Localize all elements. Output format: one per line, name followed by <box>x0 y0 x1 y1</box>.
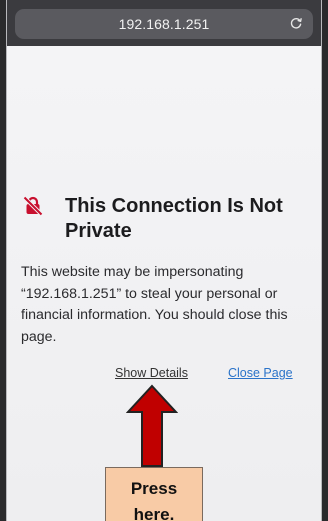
address-bar-area: 192.168.1.251 <box>7 0 321 46</box>
show-details-link[interactable]: Show Details <box>115 366 188 380</box>
browser-window: 192.168.1.251 This Connection Is Not Pri… <box>6 0 322 521</box>
url-text: 192.168.1.251 <box>118 16 210 32</box>
callout-text: Press here. <box>130 479 178 521</box>
warning-message: This website may be impersonating “192.1… <box>21 264 288 345</box>
close-page-link[interactable]: Close Page <box>228 366 293 380</box>
warning-page: This Connection Is Not Private This webs… <box>7 46 321 521</box>
reload-icon[interactable] <box>289 16 303 30</box>
url-field[interactable]: 192.168.1.251 <box>15 9 313 39</box>
press-here-callout: Press here. <box>105 467 203 521</box>
lock-slash-icon <box>23 196 43 216</box>
up-arrow-annotation <box>126 384 178 467</box>
page-title: This Connection Is Not Private <box>65 195 283 242</box>
